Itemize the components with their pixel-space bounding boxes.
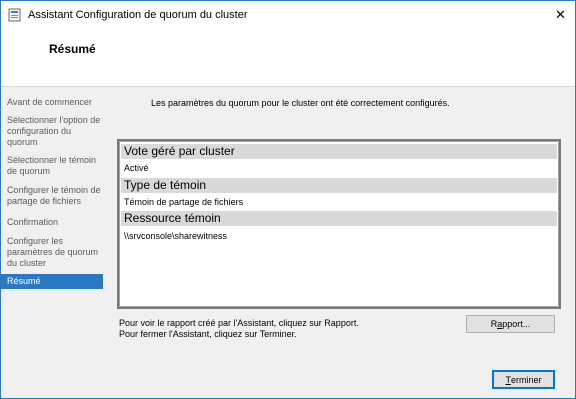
- section-heading-type-temoin: Type de témoin: [121, 178, 557, 193]
- wizard-header: Résumé: [1, 30, 575, 87]
- title-bar[interactable]: Assistant Configuration de quorum du clu…: [1, 1, 575, 30]
- finish-button[interactable]: Terminer: [492, 370, 555, 389]
- section-value-type-temoin: Témoin de partage de fichiers: [124, 197, 244, 207]
- step-configurer-temoin-partage[interactable]: Configurer le témoin de partage de fichi…: [7, 185, 102, 207]
- step-confirmation[interactable]: Confirmation: [7, 217, 102, 228]
- section-heading-vote: Vote géré par cluster: [121, 144, 557, 159]
- step-configurer-parametres-quorum[interactable]: Configurer les paramètres de quorum du c…: [7, 236, 102, 269]
- cluster-wizard-icon: [8, 8, 21, 22]
- footnote-close: Pour fermer l'Assistant, cliquez sur Ter…: [119, 329, 297, 339]
- section-value-vote: Activé: [124, 163, 149, 173]
- wizard-window: Assistant Configuration de quorum du clu…: [0, 0, 576, 399]
- wizard-steps-sidebar: Avant de commencer Sélectionner l'option…: [1, 87, 103, 398]
- close-button[interactable]: ✕: [546, 1, 575, 29]
- step-selectionner-temoin[interactable]: Sélectionner le témoin de quorum: [7, 155, 102, 177]
- step-option-configuration[interactable]: Sélectionner l'option de configuration d…: [7, 115, 102, 148]
- section-value-ressource-temoin: \\srvconsole\sharewitness: [124, 231, 228, 241]
- step-avant-de-commencer[interactable]: Avant de commencer: [7, 97, 102, 108]
- footnote-report: Pour voir le rapport créé par l'Assistan…: [119, 318, 359, 328]
- intro-text: Les paramètres du quorum pour le cluster…: [151, 98, 450, 108]
- report-button[interactable]: Ra pport...: [466, 315, 555, 333]
- summary-report-box[interactable]: Vote géré par cluster Activé Type de tém…: [117, 139, 561, 309]
- main-content: Les paramètres du quorum pour le cluster…: [104, 87, 575, 398]
- window-title: Assistant Configuration de quorum du clu…: [28, 9, 248, 21]
- step-resume[interactable]: Résumé: [1, 274, 103, 289]
- section-heading-ressource-temoin: Ressource témoin: [121, 211, 557, 226]
- close-icon: ✕: [555, 7, 566, 23]
- page-title: Résumé: [49, 42, 96, 56]
